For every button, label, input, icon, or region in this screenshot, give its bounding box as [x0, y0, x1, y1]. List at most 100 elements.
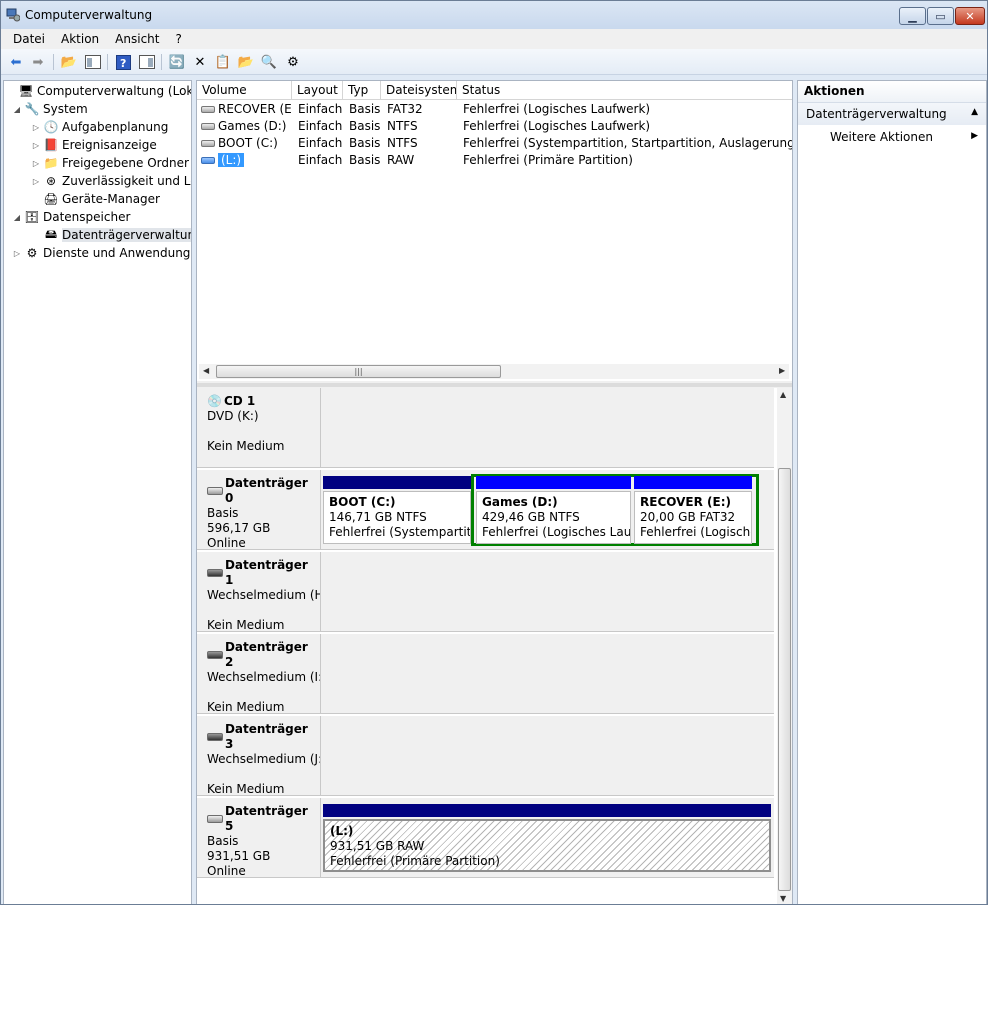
tree-item-computerverwaltung[interactable]: 🖥 Computerverwaltung (Lokal): [6, 82, 191, 100]
show-hide-tree-icon[interactable]: [84, 53, 102, 71]
menu-aktion[interactable]: Aktion: [53, 32, 107, 46]
partition-boot[interactable]: BOOT (C:) 146,71 GB NTFS Fehlerfrei (Sys…: [323, 476, 471, 544]
volume-row[interactable]: RECOVER (E:) Einfach Basis FAT32 Fehlerf…: [197, 101, 792, 118]
hard-disk-icon: [207, 487, 223, 495]
delete-icon[interactable]: ✕: [191, 53, 209, 71]
scrollbar-thumb[interactable]: [778, 468, 791, 891]
event-viewer-icon: 📕: [43, 138, 59, 152]
volume-layout: Einfach: [298, 136, 343, 150]
settings-icon[interactable]: ⚙: [284, 53, 302, 71]
vertical-scrollbar[interactable]: ▲ ▼: [777, 388, 792, 904]
scroll-down-icon[interactable]: ▼: [780, 894, 786, 903]
tree-item-geraete-manager[interactable]: 🖨 Geräte-Manager: [31, 190, 160, 208]
help-icon[interactable]: ?: [114, 53, 132, 71]
tree-item-datentraegerverwaltung[interactable]: 🖴 Datenträgerverwaltung: [31, 226, 191, 244]
volume-status: Fehlerfrei (Primäre Partition): [463, 153, 633, 167]
disk-row-3[interactable]: Datenträger 3 Wechselmedium (J:) Kein Me…: [197, 716, 774, 796]
menu-ansicht[interactable]: Ansicht: [107, 32, 167, 46]
disk-info-2: [207, 685, 320, 700]
pane-splitter[interactable]: [197, 383, 792, 387]
properties-icon[interactable]: 📋: [214, 53, 232, 71]
tree-item-label: System: [43, 102, 88, 116]
disk-label[interactable]: Datenträger 1 Wechselmedium (H Kein Medi…: [197, 552, 321, 632]
minimize-icon: ▁: [908, 9, 917, 23]
disk-row-0[interactable]: Datenträger 0 Basis 596,17 GB Online BOO…: [197, 470, 774, 550]
column-header-dateisystem[interactable]: Dateisystem: [381, 81, 457, 100]
tree-item-aufgabenplanung[interactable]: ▷ 🕓 Aufgabenplanung: [31, 118, 168, 136]
volume-row[interactable]: BOOT (C:) Einfach Basis NTFS Fehlerfrei …: [197, 135, 792, 152]
tree-item-label: Ereignisanzeige: [62, 138, 157, 152]
back-arrow-icon[interactable]: ⬅: [7, 53, 25, 71]
forward-arrow-icon[interactable]: ➡: [29, 53, 47, 71]
minimize-button[interactable]: ▁: [899, 7, 926, 25]
disk-partition-area: [321, 388, 774, 468]
weitere-aktionen-item[interactable]: Weitere Aktionen ▶: [798, 127, 986, 147]
disk-info-2: [207, 424, 320, 439]
column-header-volume[interactable]: Volume: [197, 81, 292, 100]
volume-name: BOOT (C:): [218, 136, 278, 150]
disk-info-3: Kein Medium: [207, 439, 285, 453]
horizontal-scrollbar[interactable]: ◀ ||| ▶: [199, 364, 789, 379]
tree-item-freigegebene-ordner[interactable]: ▷ 📁 Freigegebene Ordner: [31, 154, 189, 172]
collapse-triangle-icon[interactable]: ◢: [12, 105, 22, 114]
disk-row-2[interactable]: Datenträger 2 Wechselmedium (I:) Kein Me…: [197, 634, 774, 714]
removable-disk-icon: [207, 733, 223, 741]
partition-l[interactable]: (L:) 931,51 GB RAW Fehlerfrei (Primäre P…: [323, 804, 771, 872]
partition-games[interactable]: Games (D:) 429,46 GB NTFS Fehlerfrei (Lo…: [476, 476, 631, 544]
column-header-typ[interactable]: Typ: [343, 81, 381, 100]
menu-help[interactable]: ?: [167, 32, 189, 46]
shared-folder-icon: 📁: [43, 156, 59, 170]
volume-row[interactable]: Games (D:) Einfach Basis NTFS Fehlerfrei…: [197, 118, 792, 135]
collapse-up-icon[interactable]: ▲: [971, 107, 978, 117]
scrollbar-thumb[interactable]: |||: [216, 365, 501, 378]
disk-label[interactable]: 💿 CD 1 DVD (K:) Kein Medium: [197, 388, 321, 468]
device-manager-icon: 🖨: [43, 192, 59, 206]
disk-info-2: 931,51 GB: [207, 849, 271, 863]
actions-header: Aktionen: [798, 81, 986, 103]
column-header-status[interactable]: Status: [457, 81, 792, 100]
disk-label[interactable]: Datenträger 2 Wechselmedium (I:) Kein Me…: [197, 634, 321, 714]
tree-item-zuverlaessigkeit[interactable]: ▷ ⊛ Zuverlässigkeit und Leis: [31, 172, 191, 190]
disk-info-1: Wechselmedium (H: [207, 588, 320, 602]
up-folder-icon[interactable]: 📂: [60, 53, 78, 71]
tree-item-datenspeicher[interactable]: ◢ 🗄 Datenspeicher: [12, 208, 130, 226]
tree-item-label: Freigegebene Ordner: [62, 156, 189, 170]
expand-triangle-icon[interactable]: ▷: [31, 159, 41, 168]
menu-datei[interactable]: Datei: [5, 32, 53, 46]
collapse-triangle-icon[interactable]: ◢: [12, 213, 22, 222]
actions-section-datentraegerverwaltung[interactable]: Datenträgerverwaltung ▲: [798, 103, 986, 125]
refresh-icon[interactable]: 🔄: [168, 53, 186, 71]
volume-layout: Einfach: [298, 119, 343, 133]
search-icon[interactable]: 🔍: [260, 53, 278, 71]
tree-item-dienste[interactable]: ▷ ⚙ Dienste und Anwendungen: [12, 244, 191, 262]
actions-pane: Aktionen Datenträgerverwaltung ▲ Weitere…: [797, 80, 987, 904]
partition-recover[interactable]: RECOVER (E:) 20,00 GB FAT32 Fehlerfrei (…: [634, 476, 752, 544]
disk-label[interactable]: Datenträger 3 Wechselmedium (J:) Kein Me…: [197, 716, 321, 796]
tree-item-ereignisanzeige[interactable]: ▷ 📕 Ereignisanzeige: [31, 136, 157, 154]
expand-triangle-icon[interactable]: ▷: [31, 141, 41, 150]
disk-label[interactable]: Datenträger 5 Basis 931,51 GB Online: [197, 798, 321, 878]
disk-row-5[interactable]: Datenträger 5 Basis 931,51 GB Online (L:…: [197, 798, 774, 878]
tree-item-system[interactable]: ◢ 🔧 System: [12, 100, 88, 118]
disk-name: Datenträger 3: [224, 722, 308, 751]
disk-row-1[interactable]: Datenträger 1 Wechselmedium (H Kein Medi…: [197, 552, 774, 632]
disk-partition-area: [321, 716, 774, 796]
volume-typ: Basis: [349, 102, 381, 116]
volume-row-selected[interactable]: (L:) Einfach Basis RAW Fehlerfrei (Primä…: [197, 152, 792, 169]
partition-name: BOOT (C:): [329, 495, 396, 509]
open-folder-icon[interactable]: 📂: [237, 53, 255, 71]
close-button[interactable]: ✕: [955, 7, 985, 25]
disk-label[interactable]: Datenträger 0 Basis 596,17 GB Online: [197, 470, 321, 550]
maximize-button[interactable]: ▭: [927, 7, 954, 25]
disk-row-cd1[interactable]: 💿 CD 1 DVD (K:) Kein Medium: [197, 388, 774, 468]
primary-partition-bar: [323, 804, 771, 817]
scroll-right-icon[interactable]: ▶: [779, 366, 785, 375]
show-hide-action-pane-icon[interactable]: [138, 53, 156, 71]
expand-triangle-icon[interactable]: ▷: [12, 249, 22, 258]
scroll-left-icon[interactable]: ◀: [203, 366, 209, 375]
expand-triangle-icon[interactable]: ▷: [31, 123, 41, 132]
expand-triangle-icon[interactable]: ▷: [31, 177, 41, 186]
disk-management-icon: 🖴: [44, 226, 58, 241]
scroll-up-icon[interactable]: ▲: [780, 390, 786, 399]
column-header-layout[interactable]: Layout: [292, 81, 343, 100]
